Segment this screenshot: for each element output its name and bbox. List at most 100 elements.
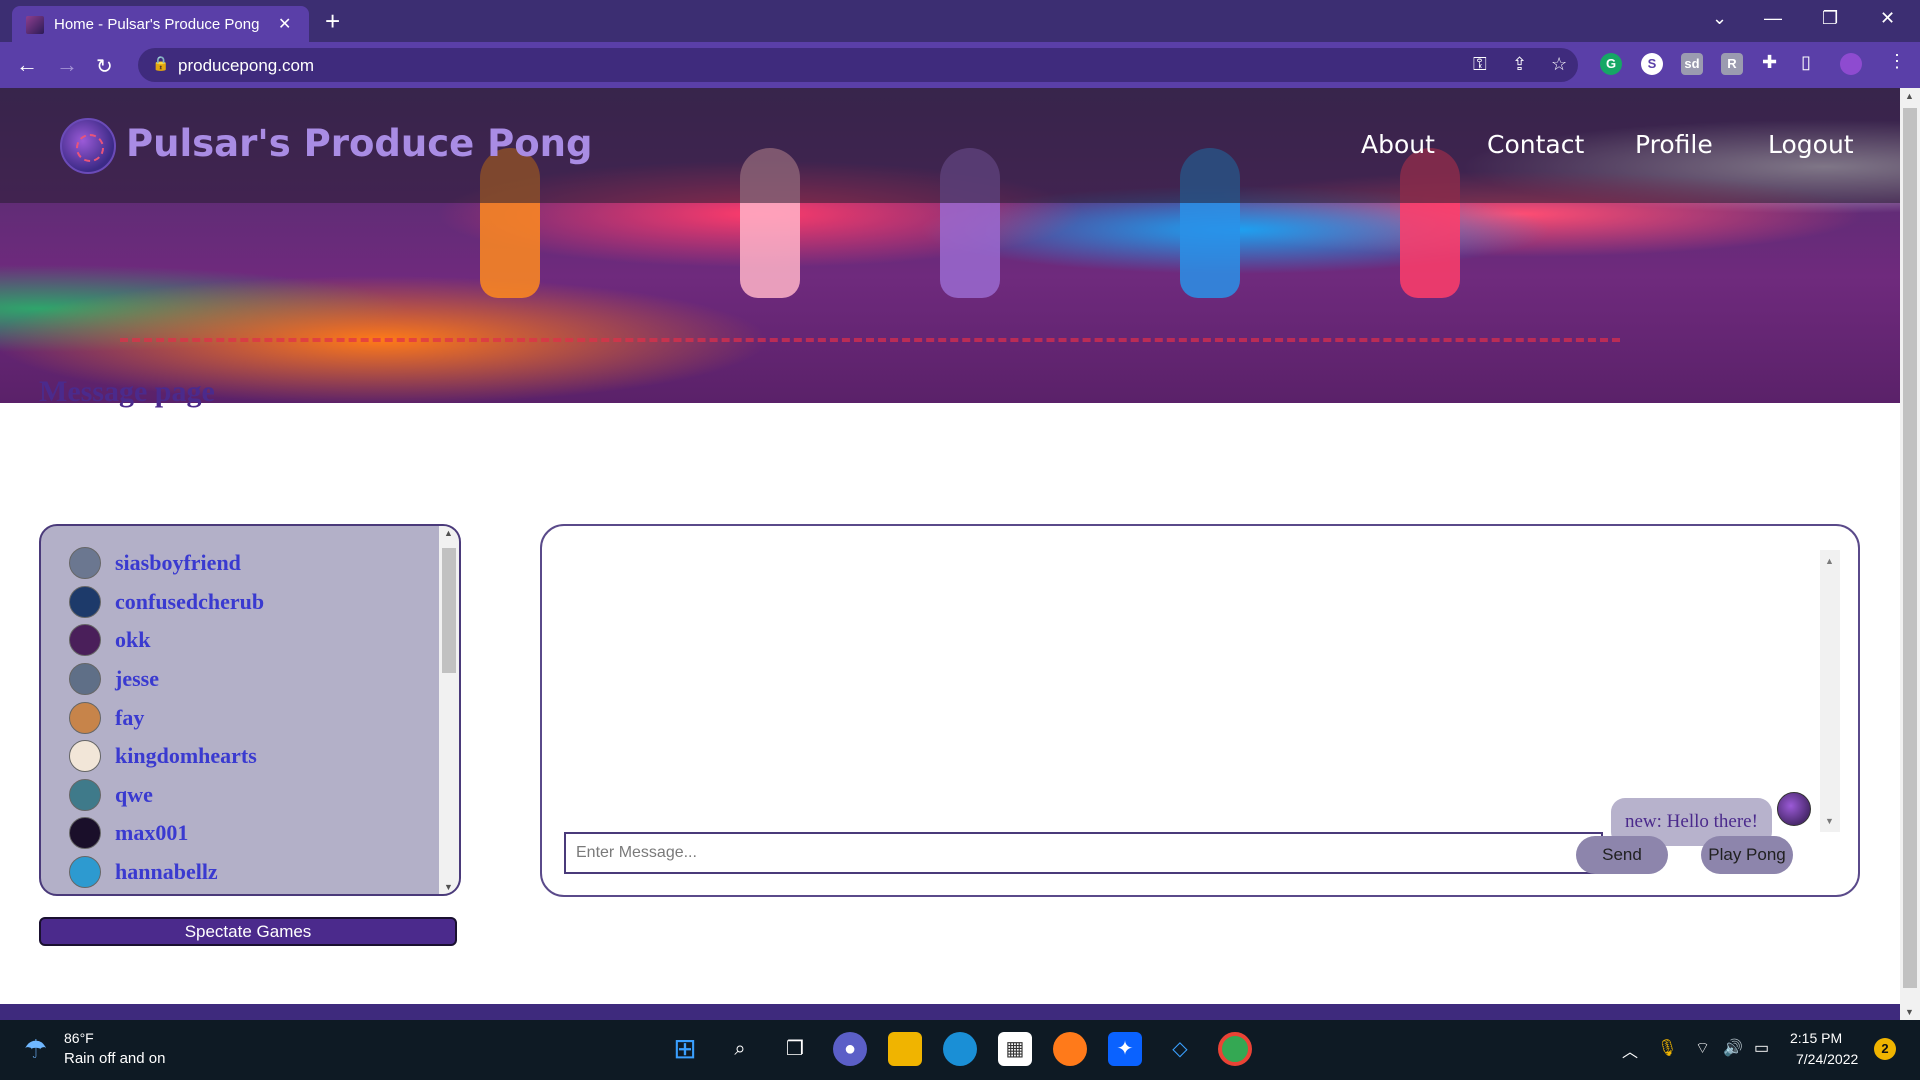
battery-icon[interactable]: ▭ [1754,1038,1769,1058]
user-name-link[interactable]: okk [115,627,150,653]
user-name-link[interactable]: siasboyfriend [115,550,241,576]
store-icon[interactable]: ▦ [998,1032,1032,1066]
show-hidden-icons-icon[interactable]: ︿ [1622,1038,1638,1062]
restore-icon[interactable]: ❐ [1822,8,1838,29]
share-icon[interactable]: ⇪ [1512,54,1527,75]
browser-tab[interactable]: Home - Pulsar's Produce Pong ✕ [12,6,309,42]
menu-kebab-icon[interactable]: ⋮ [1888,51,1906,72]
scroll-down-icon[interactable]: ▼ [1905,1007,1914,1017]
edge-browser-icon[interactable] [943,1032,977,1066]
chat-panel: new: Hello there! ▲ ▼ Send Play Pong [540,524,1860,897]
user-name-link[interactable]: hannabellz [115,859,218,885]
chat-scrollbar[interactable]: ▲ ▼ [1820,550,1840,832]
scroll-up-icon[interactable]: ▲ [444,528,453,538]
scroll-down-icon[interactable]: ▼ [444,882,453,892]
scroll-up-icon[interactable]: ▲ [1825,556,1834,566]
site-logo[interactable] [60,118,116,174]
user-list-item[interactable]: okk [41,621,436,660]
vscode-icon[interactable]: ◇ [1163,1032,1197,1066]
clock-time[interactable]: 2:15 PM [1790,1030,1842,1046]
grammarly-extension-icon[interactable]: G [1600,53,1622,75]
profile-avatar[interactable] [1840,53,1862,75]
tab-title: Home - Pulsar's Produce Pong [54,16,260,33]
chrome-icon[interactable] [1218,1032,1252,1066]
notification-badge[interactable]: 2 [1874,1038,1896,1060]
weather-description[interactable]: Rain off and on [64,1050,165,1067]
page-footer-bar [0,1004,1900,1020]
task-view-icon[interactable]: ❐ [778,1032,812,1066]
user-name-link[interactable]: fay [115,705,144,731]
reload-icon[interactable]: ↻ [96,54,113,79]
side-panel-icon[interactable]: ▯ [1801,52,1811,73]
bookmark-star-icon[interactable]: ☆ [1551,54,1567,75]
s-extension-icon[interactable]: S [1641,53,1663,75]
user-list-item[interactable]: jesse [41,660,436,699]
weather-temperature[interactable]: 86°F [64,1030,94,1046]
umbrella-weather-icon[interactable]: ☂ [24,1034,47,1065]
nav-contact-link[interactable]: Contact [1487,130,1584,159]
puzzle-extensions-icon[interactable]: ✚ [1762,52,1777,73]
chat-messages-area: new: Hello there! [562,546,1830,846]
play-pong-button[interactable]: Play Pong [1701,836,1793,874]
message-input[interactable] [564,832,1603,874]
nav-about-link[interactable]: About [1361,130,1435,159]
spectate-games-button[interactable]: Spectate Games [39,917,457,946]
nav-profile-link[interactable]: Profile [1635,130,1713,159]
user-list-item[interactable]: fay [41,698,436,737]
key-icon[interactable]: ⚿ [1473,54,1487,75]
site-title[interactable]: Pulsar's Produce Pong [126,122,593,165]
back-arrow-icon[interactable]: ← [16,52,38,78]
user-list-scrollbar[interactable]: ▲ ▼ [439,526,459,894]
dropbox-icon[interactable]: ✦ [1108,1032,1142,1066]
scrollbar-thumb[interactable] [442,548,456,673]
message-sender-avatar [1777,792,1811,826]
user-list-items: siasboyfriend confusedcherub okk jesse fay ki… [41,526,436,894]
user-avatar [69,663,101,696]
r-extension-icon[interactable]: R [1721,53,1743,75]
browser-toolbar: ← → ↻ 🔒 producepong.com ⚿ ⇪ ☆ G S sd R ✚… [0,42,1920,88]
page-title: Message page [39,375,215,408]
windows-start-icon[interactable]: ⊞ [668,1032,702,1066]
user-name-link[interactable]: confusedcherub [115,589,264,615]
user-name-link[interactable]: kingdomhearts [115,743,257,769]
search-icon[interactable]: ⌕ [723,1032,757,1066]
minimize-icon[interactable]: — [1764,8,1782,29]
user-avatar [69,701,101,734]
banner-dashed-path [120,338,1620,342]
close-tab-icon[interactable]: ✕ [278,14,291,34]
window-close-icon[interactable]: ✕ [1880,8,1895,29]
sd-extension-icon[interactable]: sd [1681,53,1703,75]
volume-icon[interactable]: 🔊 [1723,1038,1743,1058]
tab-search-icon[interactable]: ⌄ [1712,8,1727,29]
windows-taskbar: ☂ 86°F Rain off and on ⊞ ⌕ ❐ ● ▦ ✦ ◇ ︿ 🎙… [0,1020,1920,1080]
user-name-link[interactable]: jesse [115,666,159,692]
nav-logout-link[interactable]: Logout [1768,130,1854,159]
user-list-item[interactable]: max001 [41,814,436,853]
scroll-up-icon[interactable]: ▲ [1905,91,1914,101]
send-button[interactable]: Send [1576,836,1668,874]
user-list-item[interactable]: hannabellz [41,853,436,892]
user-name-link[interactable]: max001 [115,820,188,846]
user-name-link[interactable]: qwe [115,782,153,808]
microphone-icon[interactable]: 🎙 [1657,1038,1677,1058]
user-list[interactable]: siasboyfriend confusedcherub okk jesse fay ki… [39,524,461,896]
scroll-down-icon[interactable]: ▼ [1825,816,1834,826]
file-explorer-icon[interactable] [888,1032,922,1066]
chat-app-icon[interactable]: ● [833,1032,867,1066]
user-list-item[interactable]: qwe [41,776,436,815]
forward-arrow-icon[interactable]: → [56,52,78,78]
user-avatar [69,547,101,580]
user-avatar [69,585,101,618]
address-bar[interactable]: 🔒 producepong.com ⚿ ⇪ ☆ [138,48,1578,82]
user-list-item[interactable]: confusedcherub [41,583,436,622]
user-list-item[interactable]: siasboyfriend [41,544,436,583]
scrollbar-thumb[interactable] [1903,108,1917,988]
user-list-item[interactable]: kingdomhearts [41,737,436,776]
firefox-icon[interactable] [1053,1032,1087,1066]
url-text[interactable]: producepong.com [178,56,314,76]
wifi-icon[interactable]: ⌔ [1695,1038,1710,1058]
new-tab-icon[interactable]: + [325,6,340,37]
page-scrollbar[interactable]: ▲ ▼ [1900,88,1920,1020]
clock-date[interactable]: 7/24/2022 [1796,1051,1858,1067]
site-favicon-icon [26,16,44,34]
